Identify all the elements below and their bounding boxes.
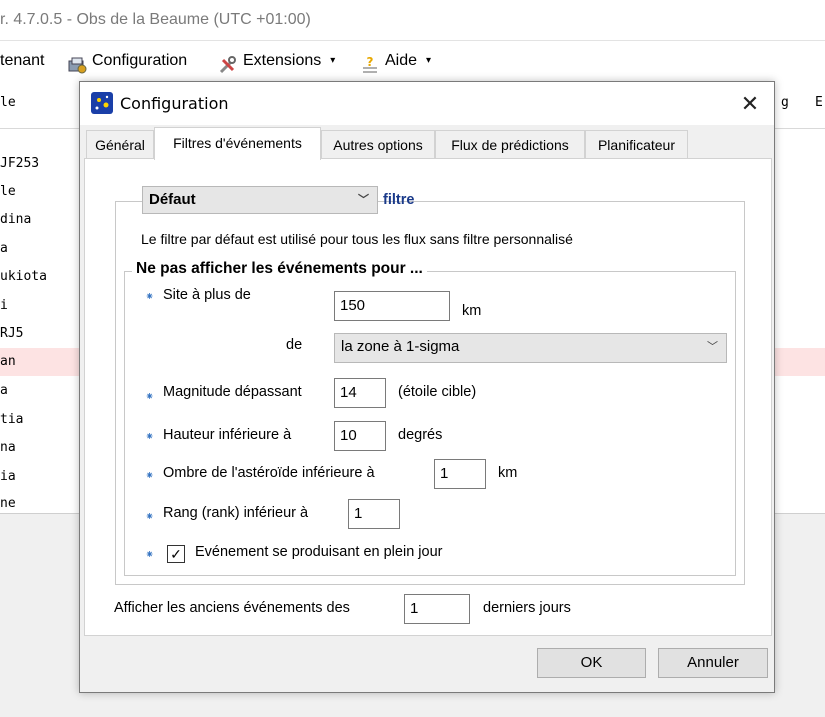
menu-item-contenant[interactable]: tenant bbox=[0, 41, 44, 81]
ok-button[interactable]: OK bbox=[537, 648, 646, 678]
rank-label: Rang (rank) inférieur à bbox=[163, 505, 309, 521]
table-row[interactable]: ukiota bbox=[0, 263, 80, 291]
chevron-down-icon: ﹀ bbox=[707, 341, 718, 353]
old-events-label: Afficher les anciens événements des bbox=[114, 600, 350, 616]
menu-item-aide[interactable]: ? Aide ▾ bbox=[360, 41, 431, 81]
table-row[interactable]: ia bbox=[0, 463, 80, 491]
filter-select-value: Défaut bbox=[149, 191, 196, 208]
table-row[interactable]: dina bbox=[0, 206, 80, 234]
app-window-title: r. 4.7.0.5 - Obs de la Beaume (UTC +01:0… bbox=[0, 0, 825, 40]
bullet-icon: ⁕ bbox=[145, 470, 155, 482]
table-row[interactable]: a bbox=[0, 235, 80, 263]
column-header[interactable]: le bbox=[0, 95, 16, 110]
cancel-button[interactable]: Annuler bbox=[658, 648, 768, 678]
menu-item-configuration[interactable]: Configuration bbox=[67, 41, 187, 81]
menu-label: Aide bbox=[385, 52, 418, 69]
zone-select-value: la zone à 1-sigma bbox=[341, 338, 460, 355]
column-header[interactable]: E bbox=[815, 95, 823, 110]
height-input[interactable]: 10 bbox=[334, 421, 386, 451]
daylight-label: Evénement se produisant en plein jour bbox=[195, 544, 443, 560]
site-unit-label: km bbox=[462, 303, 482, 319]
table-row[interactable]: tia bbox=[0, 406, 80, 434]
bullet-icon: ⁕ bbox=[145, 291, 155, 303]
magnitude-label: Magnitude dépassant bbox=[163, 384, 302, 400]
close-icon[interactable]: ✕ bbox=[736, 90, 764, 118]
site-label: Site à plus de bbox=[163, 287, 251, 303]
table-row[interactable]: ne bbox=[0, 490, 80, 512]
menu-label: tenant bbox=[0, 52, 45, 69]
tools-icon bbox=[218, 51, 238, 74]
zone-select[interactable]: la zone à 1-sigma ﹀ bbox=[334, 333, 727, 363]
configuration-icon bbox=[67, 51, 87, 74]
magnitude-input[interactable]: 14 bbox=[334, 378, 386, 408]
table-row[interactable]: le bbox=[0, 178, 80, 206]
table-row[interactable]: a bbox=[0, 377, 80, 405]
menu-label: Configuration bbox=[92, 52, 188, 69]
bullet-icon: ⁕ bbox=[145, 549, 155, 561]
daylight-checkbox[interactable]: ✓ bbox=[167, 545, 185, 563]
hide-events-group-title: Ne pas afficher les événements pour ... bbox=[132, 260, 427, 278]
height-unit-label: degrés bbox=[398, 427, 443, 443]
app-star-icon bbox=[91, 92, 113, 114]
dialog-titlebar[interactable]: Configuration ✕ bbox=[80, 82, 774, 125]
chevron-down-icon: ▾ bbox=[426, 55, 432, 66]
table-row[interactable]: i bbox=[0, 292, 80, 320]
shadow-label: Ombre de l'astéroïde inférieure à bbox=[163, 465, 375, 481]
shadow-input[interactable]: 1 bbox=[434, 459, 486, 489]
menu-item-extensions[interactable]: Extensions ▾ bbox=[218, 41, 335, 81]
table-row[interactable]: JF253 bbox=[0, 150, 80, 178]
filter-description: Le filtre par défaut est utilisé pour to… bbox=[141, 231, 573, 247]
tab-filtres-evenements[interactable]: Filtres d'événements bbox=[154, 127, 321, 160]
bullet-icon: ⁕ bbox=[145, 391, 155, 403]
height-label: Hauteur inférieure à bbox=[163, 427, 292, 443]
app-menubar: tenant Configuration Extensions ▾ ? Aide… bbox=[0, 40, 825, 81]
bullet-icon: ⁕ bbox=[145, 511, 155, 523]
dialog-title: Configuration bbox=[120, 94, 229, 113]
svg-text:?: ? bbox=[367, 55, 374, 69]
de-label: de bbox=[286, 337, 303, 353]
site-distance-input[interactable]: 150 bbox=[334, 291, 450, 321]
tab-general[interactable]: Général bbox=[86, 130, 154, 158]
table-row[interactable]: RJ5 bbox=[0, 320, 80, 348]
tab-flux-predictions[interactable]: Flux de prédictions bbox=[435, 130, 585, 158]
bullet-icon: ⁕ bbox=[145, 431, 155, 443]
menu-label: Extensions bbox=[243, 52, 322, 69]
tab-planificateur[interactable]: Planificateur bbox=[585, 130, 688, 158]
help-icon: ? bbox=[360, 51, 380, 73]
table-row[interactable]: na bbox=[0, 434, 80, 462]
rank-input[interactable]: 1 bbox=[348, 499, 400, 529]
old-events-days-input[interactable]: 1 bbox=[404, 594, 470, 624]
chevron-down-icon: ﹀ bbox=[358, 194, 369, 206]
shadow-unit-label: km bbox=[498, 465, 518, 481]
tab-panel: Défaut ﹀ filtre Le filtre par défaut est… bbox=[84, 158, 772, 636]
table-row[interactable]: an bbox=[0, 348, 80, 376]
old-events-suffix: derniers jours bbox=[483, 600, 571, 616]
chevron-down-icon: ▾ bbox=[330, 55, 336, 66]
tab-autres-options[interactable]: Autres options bbox=[321, 130, 435, 158]
magnitude-suffix: (étoile cible) bbox=[398, 384, 477, 400]
filter-select[interactable]: Défaut ﹀ bbox=[142, 186, 378, 214]
filter-group-label: filtre bbox=[383, 192, 415, 208]
column-header[interactable]: g bbox=[781, 95, 789, 110]
configuration-dialog: Configuration ✕ Général Filtres d'événem… bbox=[79, 81, 775, 693]
